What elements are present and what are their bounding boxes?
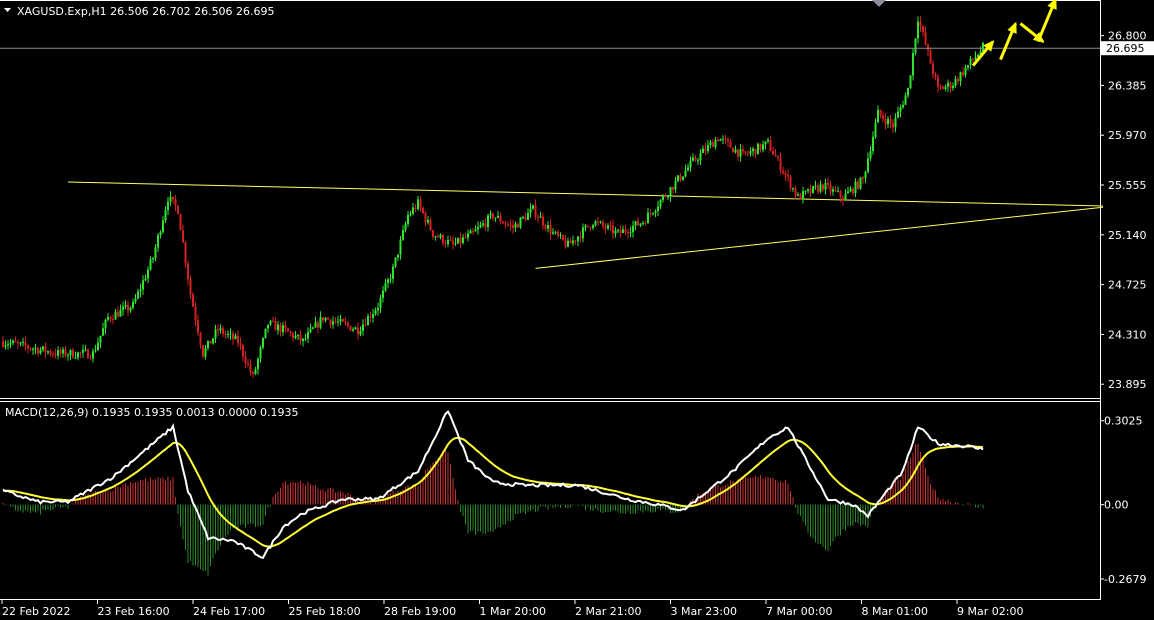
candle [87, 348, 89, 359]
time-tick-label: 24 Feb 17:00 [193, 605, 265, 618]
candle [757, 142, 759, 155]
candle [859, 176, 862, 190]
time-tick-label: 8 Mar 01:00 [862, 605, 928, 618]
time-tick-label: 22 Feb 2022 [2, 605, 70, 618]
time-tick-label: 23 Feb 16:00 [98, 605, 170, 618]
macd-tick-label: -0.2679 [1104, 573, 1146, 586]
macd-header: MACD(12,26,9) 0.1935 0.1935 0.0013 0.000… [5, 406, 298, 419]
time-tick-label: 1 Mar 20:00 [480, 605, 546, 618]
symbol-header: XAGUSD.Exp,H1 26.506 26.702 26.506 26.69… [17, 5, 275, 18]
price-tick-label: 24.310 [1108, 328, 1147, 341]
price-tick-label: 25.140 [1108, 229, 1147, 242]
chart-canvas[interactable]: XAGUSD.Exp,H1 26.506 26.702 26.506 26.69… [0, 0, 1154, 620]
candle [209, 340, 212, 344]
price-tick-label: 25.555 [1108, 179, 1147, 192]
candle [812, 185, 814, 194]
time-tick-label: 25 Feb 18:00 [289, 605, 361, 618]
candle [519, 216, 522, 229]
macd-tick-label: 0.00 [1104, 499, 1129, 512]
candle [177, 204, 179, 215]
time-tick-label: 2 Mar 21:00 [575, 605, 641, 618]
macd-tick-label: 0.3025 [1104, 415, 1143, 428]
price-tick-label: 24.725 [1108, 279, 1147, 292]
candle [457, 237, 459, 244]
current-price-label: 26.695 [1106, 42, 1145, 55]
candle [179, 213, 182, 231]
time-tick-label: 7 Mar 00:00 [766, 605, 832, 618]
candle [914, 38, 917, 56]
price-tick-label: 23.895 [1108, 378, 1147, 391]
candle [202, 344, 204, 359]
time-tick-label: 28 Feb 19:00 [384, 605, 456, 618]
candle [732, 147, 734, 153]
candle [264, 328, 267, 339]
price-tick-label: 26.800 [1108, 30, 1147, 43]
time-tick-label: 9 Mar 02:00 [957, 605, 1023, 618]
time-tick-label: 3 Mar 23:00 [671, 605, 737, 618]
candle [394, 257, 397, 268]
price-tick-label: 25.970 [1108, 129, 1147, 142]
price-tick-label: 26.385 [1108, 79, 1147, 92]
candle [909, 75, 912, 90]
current-price-tag: 26.695 [1101, 41, 1154, 56]
candle [287, 327, 289, 332]
candle [349, 325, 352, 332]
